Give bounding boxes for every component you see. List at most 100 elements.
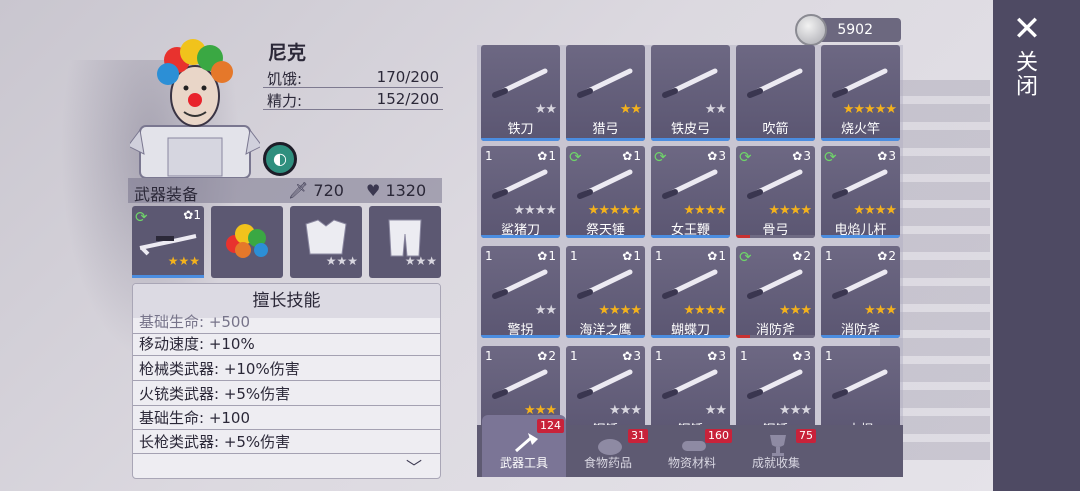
hunger-label: 饥饿:	[267, 70, 303, 88]
inventory-item[interactable]: ★★ 铁皮弓	[651, 45, 730, 141]
stomach-icon[interactable]: ◐	[263, 142, 297, 176]
inventory-item[interactable]: ⟳3★★★★电焰儿杆	[821, 146, 900, 238]
tab-label: 武器工具	[499, 456, 548, 470]
item-stars: ★★	[619, 102, 642, 117]
item-stars: ★★★	[864, 303, 897, 318]
weapon-icon	[832, 269, 888, 299]
durability-bar	[481, 335, 560, 338]
item-stars: ★★★★	[683, 203, 727, 218]
weapon-icon	[662, 68, 718, 98]
item-count: 1	[825, 249, 833, 263]
inventory-item[interactable]: ★★★★★ 烧火竿	[821, 45, 900, 141]
skill-row: 枪械类武器: +10%伤害	[133, 357, 440, 381]
tab-label: 物资材料	[667, 456, 716, 470]
currency-amount: 5902	[837, 22, 873, 38]
tab-badge: 160	[705, 429, 732, 443]
weapon-icon	[747, 369, 803, 399]
weapon-equip-bar: 武器装备 🗡 720 ♥ 1320	[128, 178, 442, 204]
item-stars: ★★★★	[768, 203, 812, 218]
inventory-item[interactable]: 吹箭	[736, 45, 815, 141]
attack-value: 720	[313, 181, 344, 200]
durability-bar	[821, 335, 900, 338]
skill-row: 火铳类武器: +5%伤害	[133, 382, 440, 406]
item-name: 吹箭	[762, 122, 789, 137]
weapon-icon	[492, 269, 548, 299]
durability-bar	[736, 335, 815, 338]
tab-badge: 31	[628, 429, 648, 443]
item-level: 1	[537, 249, 556, 263]
skill-row: 长枪类武器: +5%伤害	[133, 430, 440, 454]
tab-materials[interactable]: 160 物资材料	[650, 425, 734, 477]
durability-bar	[481, 235, 560, 238]
item-stars: ★★★★	[683, 303, 727, 318]
item-level: 1	[537, 149, 556, 163]
item-level: 3	[622, 349, 641, 363]
equip-slot-weapon[interactable]: ⟳ ✿1 ★★★	[132, 206, 204, 278]
weapon-icon	[577, 369, 633, 399]
weapon-icon	[747, 169, 803, 199]
weapon-icon	[577, 269, 633, 299]
weapon-icon	[577, 169, 633, 199]
item-name: 猎弓	[592, 122, 619, 137]
inventory-item[interactable]: 11★★★★鲨猪刀	[481, 146, 560, 238]
tab-achievements[interactable]: 75 成就收集	[734, 425, 818, 477]
item-stars: ★★	[534, 303, 557, 318]
inventory-item[interactable]: 11★★★★蝴蝶刀	[651, 246, 730, 338]
inventory-item[interactable]: 11★★★★海洋之鹰	[566, 246, 645, 338]
close-label[interactable]: 关闭	[1012, 50, 1040, 98]
inventory-item[interactable]: ⟳2★★★消防斧	[736, 246, 815, 338]
inventory-item[interactable]: 12★★★消防斧	[821, 246, 900, 338]
equip-slot-head[interactable]	[211, 206, 283, 278]
weapon-icon	[662, 269, 718, 299]
axe-icon	[515, 433, 538, 453]
energy-label: 精力:	[267, 92, 303, 110]
durability-bar	[481, 138, 560, 141]
durability-bar	[566, 138, 645, 141]
item-level: 2	[792, 249, 811, 263]
item-count: 1	[740, 349, 748, 363]
character-avatar	[130, 39, 260, 178]
skills-panel[interactable]: 擅长技能 基础生命: +500 移动速度: +10% 枪械类武器: +10%伤害…	[132, 283, 441, 479]
weapon-icon	[662, 169, 718, 199]
weapon-icon	[832, 68, 888, 98]
item-level: 3	[877, 149, 896, 163]
health-value: 1320	[385, 181, 427, 200]
weapon-icon	[492, 68, 548, 98]
health-stat: ♥ 1320	[366, 181, 426, 200]
skill-row: 基础生命: +100	[133, 406, 440, 430]
durability-bar	[736, 235, 815, 238]
weapon-icon	[492, 169, 548, 199]
hunger-row: 饥饿: 170/200	[263, 66, 443, 88]
inventory-item[interactable]: ★★ 铁刀	[481, 45, 560, 141]
tab-weapons[interactable]: 124 武器工具	[482, 415, 566, 477]
item-name: 铁皮弓	[670, 122, 710, 137]
item-stars: ★★	[704, 102, 727, 117]
item-level: 3	[792, 349, 811, 363]
inventory-item[interactable]: ⟳3★★★★女王鞭	[651, 146, 730, 238]
heart-icon: ♥	[366, 181, 381, 200]
coin-icon	[795, 14, 827, 46]
inventory-item[interactable]: ⟳3★★★★骨弓	[736, 146, 815, 238]
durability-bar	[651, 138, 730, 141]
item-name: 铁刀	[507, 122, 534, 137]
equip-slot-body[interactable]: ★★★	[290, 206, 362, 278]
level-badge: ✿1	[183, 208, 201, 222]
inventory-item[interactable]: 11★★警拐	[481, 246, 560, 338]
tab-food[interactable]: 31 食物药品	[566, 425, 650, 477]
equip-slot-legs[interactable]: ★★★	[369, 206, 441, 278]
slot-stars: ★★★	[167, 254, 200, 268]
armor-pants-icon	[388, 219, 422, 257]
item-stars: ★★★	[609, 403, 642, 418]
item-stars: ★★★★	[513, 203, 557, 218]
chevron-down-icon[interactable]: ﹀	[406, 454, 422, 478]
rainbow-wig-icon	[226, 224, 268, 258]
inventory-item[interactable]: ★★ 猎弓	[566, 45, 645, 141]
item-stars: ★★★★★	[842, 102, 897, 117]
energy-row: 精力: 152/200	[263, 88, 443, 110]
close-icon[interactable]: ✕	[1012, 12, 1042, 46]
inventory-item[interactable]: ⟳1★★★★★祭天锤	[566, 146, 645, 238]
durability-bar	[736, 138, 815, 141]
item-level: 3	[707, 149, 726, 163]
durability-bar	[821, 138, 900, 141]
item-stars: ★★★★	[598, 303, 642, 318]
